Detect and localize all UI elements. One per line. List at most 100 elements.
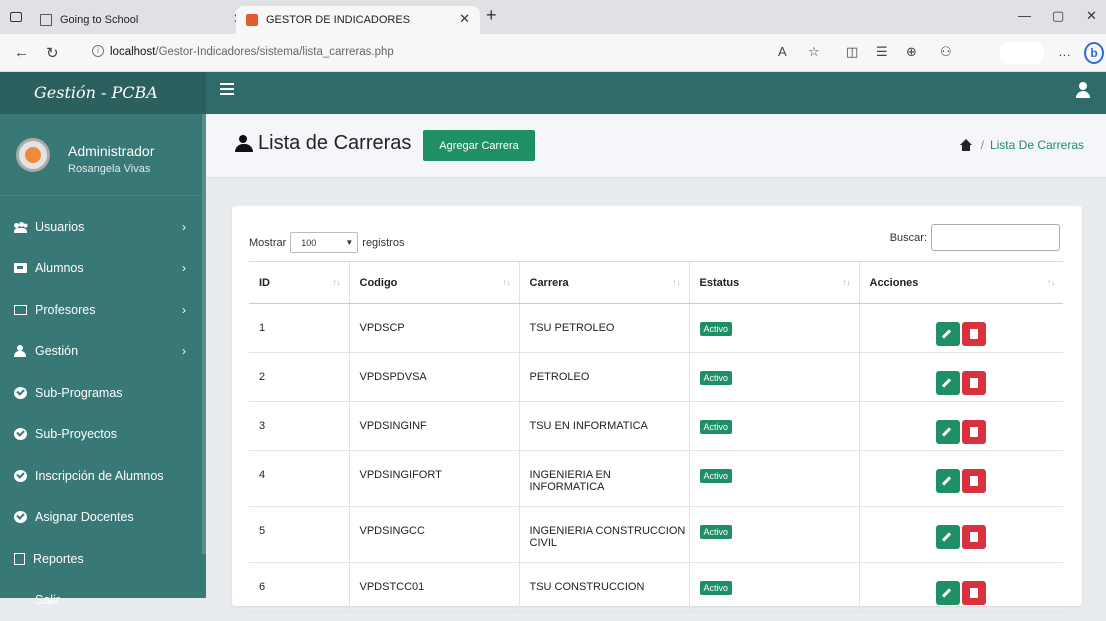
favorite-star-icon[interactable]: ☆ xyxy=(808,44,820,60)
sidebar-item-inscripcion[interactable]: Inscripción de Alumnos xyxy=(0,455,202,497)
cell-codigo: VPDSCP xyxy=(349,304,519,353)
sidebar: Administrador Rosangela Vivas Usuarios ›… xyxy=(0,114,206,598)
column-header-acciones[interactable]: Acciones ↑↓ xyxy=(859,262,1063,304)
cell-id: 4 xyxy=(249,451,349,507)
content-header: Lista de Carreras Agregar Carrera / List… xyxy=(206,114,1106,178)
sidebar-menu: Usuarios › Alumnos › Profesores › Gestió… xyxy=(0,206,202,621)
check-circle-icon xyxy=(14,387,27,399)
document-icon xyxy=(40,14,52,26)
cell-acciones xyxy=(859,507,1063,563)
column-header-id[interactable]: ID↑↓ xyxy=(249,262,349,304)
sidebar-item-asignar-docentes[interactable]: Asignar Docentes xyxy=(0,497,202,539)
search-input[interactable] xyxy=(931,224,1060,251)
sort-icon: ↑↓ xyxy=(1047,278,1055,287)
bing-icon[interactable]: b xyxy=(1084,42,1104,64)
minimize-icon[interactable]: — xyxy=(1018,8,1031,23)
cell-acciones xyxy=(859,353,1063,402)
column-header-codigo[interactable]: Codigo↑↓ xyxy=(349,262,519,304)
home-icon[interactable] xyxy=(959,139,973,151)
favorites-icon[interactable]: ☰ xyxy=(876,44,888,60)
status-badge: Activo xyxy=(700,581,733,595)
column-header-carrera[interactable]: Carrera↑↓ xyxy=(519,262,689,304)
add-carrera-button[interactable]: Agregar Carrera xyxy=(423,130,535,161)
edit-button[interactable] xyxy=(936,581,960,605)
cell-id: 3 xyxy=(249,402,349,451)
url-field[interactable]: localhost/Gestor-Indicadores/sistema/lis… xyxy=(110,46,394,58)
more-options-icon[interactable]: … xyxy=(1058,44,1071,59)
sort-icon: ↑↓ xyxy=(673,278,681,287)
split-screen-icon[interactable]: ◫ xyxy=(846,44,858,60)
user-menu-icon[interactable] xyxy=(1076,82,1090,98)
url-path: /Gestor-Indicadores/sistema/lista_carrer… xyxy=(155,46,393,58)
sidebar-item-alumnos[interactable]: Alumnos › xyxy=(0,248,202,290)
close-window-icon[interactable]: ✕ xyxy=(1086,8,1097,24)
sidebar-item-label: Profesores xyxy=(35,303,95,317)
edit-button[interactable] xyxy=(936,525,960,549)
breadcrumb-separator: / xyxy=(981,138,984,152)
cell-estatus: Activo xyxy=(689,402,859,451)
column-header-estatus[interactable]: Estatus↑↓ xyxy=(689,262,859,304)
delete-button[interactable] xyxy=(962,525,986,549)
tab-title: GESTOR DE INDICADORES xyxy=(266,14,410,26)
delete-button[interactable] xyxy=(962,371,986,395)
records-label: registros xyxy=(362,237,404,249)
sidebar-item-usuarios[interactable]: Usuarios › xyxy=(0,206,202,248)
restore-icon[interactable]: ▢ xyxy=(1052,8,1064,24)
edit-button[interactable] xyxy=(936,322,960,346)
new-tab-icon[interactable]: + xyxy=(486,5,497,26)
extensions-icon[interactable]: ⚇ xyxy=(940,44,952,60)
close-tab-icon[interactable]: ✕ xyxy=(459,11,470,27)
chevron-right-icon: › xyxy=(182,261,186,275)
sidebar-item-gestion[interactable]: Gestión › xyxy=(0,331,202,373)
check-circle-icon xyxy=(14,428,27,440)
main-content: Lista de Carreras Agregar Carrera / List… xyxy=(206,114,1106,598)
edit-button[interactable] xyxy=(936,420,960,444)
window-menu-icon[interactable] xyxy=(10,12,22,22)
delete-button[interactable] xyxy=(962,322,986,346)
sidebar-item-salir[interactable]: Salir xyxy=(0,580,202,621)
back-icon[interactable]: ← xyxy=(14,44,29,61)
column-label: ID xyxy=(259,277,270,289)
status-badge: Activo xyxy=(700,420,733,434)
sidebar-item-profesores[interactable]: Profesores › xyxy=(0,289,202,331)
cell-id: 6 xyxy=(249,563,349,612)
delete-button[interactable] xyxy=(962,420,986,444)
student-icon xyxy=(14,263,27,273)
url-host: localhost xyxy=(110,46,155,58)
column-label: Acciones xyxy=(870,277,919,289)
browser-tab-going-to-school[interactable]: Going to School ✕ xyxy=(30,6,254,34)
hamburger-menu-icon[interactable] xyxy=(220,83,234,95)
user-tie-icon xyxy=(14,345,27,357)
edit-button[interactable] xyxy=(936,371,960,395)
sort-icon: ↑↓ xyxy=(503,278,511,287)
avatar xyxy=(16,138,50,172)
profile-button[interactable] xyxy=(1000,42,1044,64)
breadcrumb-current[interactable]: Lista De Carreras xyxy=(990,138,1084,152)
status-badge: Activo xyxy=(700,469,733,483)
sidebar-item-sub-proyectos[interactable]: Sub-Proyectos xyxy=(0,414,202,456)
browser-tab-gestor[interactable]: GESTOR DE INDICADORES ✕ xyxy=(236,6,480,34)
pdf-icon xyxy=(14,553,25,565)
breadcrumb: / Lista De Carreras xyxy=(959,138,1084,152)
collections-icon[interactable]: ⊕ xyxy=(906,44,917,60)
read-aloud-icon[interactable]: A xyxy=(778,44,787,59)
site-info-icon[interactable]: i xyxy=(92,45,104,57)
delete-button[interactable] xyxy=(962,469,986,493)
delete-button[interactable] xyxy=(962,581,986,605)
table-card: Mostrar 100 ▼ registros Buscar: ID↑↓ Cod… xyxy=(232,206,1082,606)
table-row: 3 VPDSINGINF TSU EN INFORMATICA Activo xyxy=(249,402,1063,451)
cell-codigo: VPDSPDVSA xyxy=(349,353,519,402)
sidebar-item-label: Sub-Programas xyxy=(35,386,123,400)
brand-logo[interactable]: Gestión - PCBA xyxy=(0,72,206,114)
sidebar-item-label: Salir xyxy=(35,593,60,607)
users-icon xyxy=(14,221,27,233)
refresh-icon[interactable]: ↻ xyxy=(46,44,59,62)
sidebar-item-reportes[interactable]: Reportes xyxy=(0,538,202,580)
table-row: 4 VPDSINGIFORT INGENIERIA EN INFORMATICA… xyxy=(249,451,1063,507)
sidebar-item-sub-programas[interactable]: Sub-Programas xyxy=(0,372,202,414)
page-size-control: Mostrar 100 ▼ registros xyxy=(249,232,404,253)
page-size-select[interactable]: 100 ▼ xyxy=(290,232,358,253)
edit-button[interactable] xyxy=(936,469,960,493)
cell-estatus: Activo xyxy=(689,451,859,507)
cell-carrera: TSU PETROLEO xyxy=(519,304,689,353)
